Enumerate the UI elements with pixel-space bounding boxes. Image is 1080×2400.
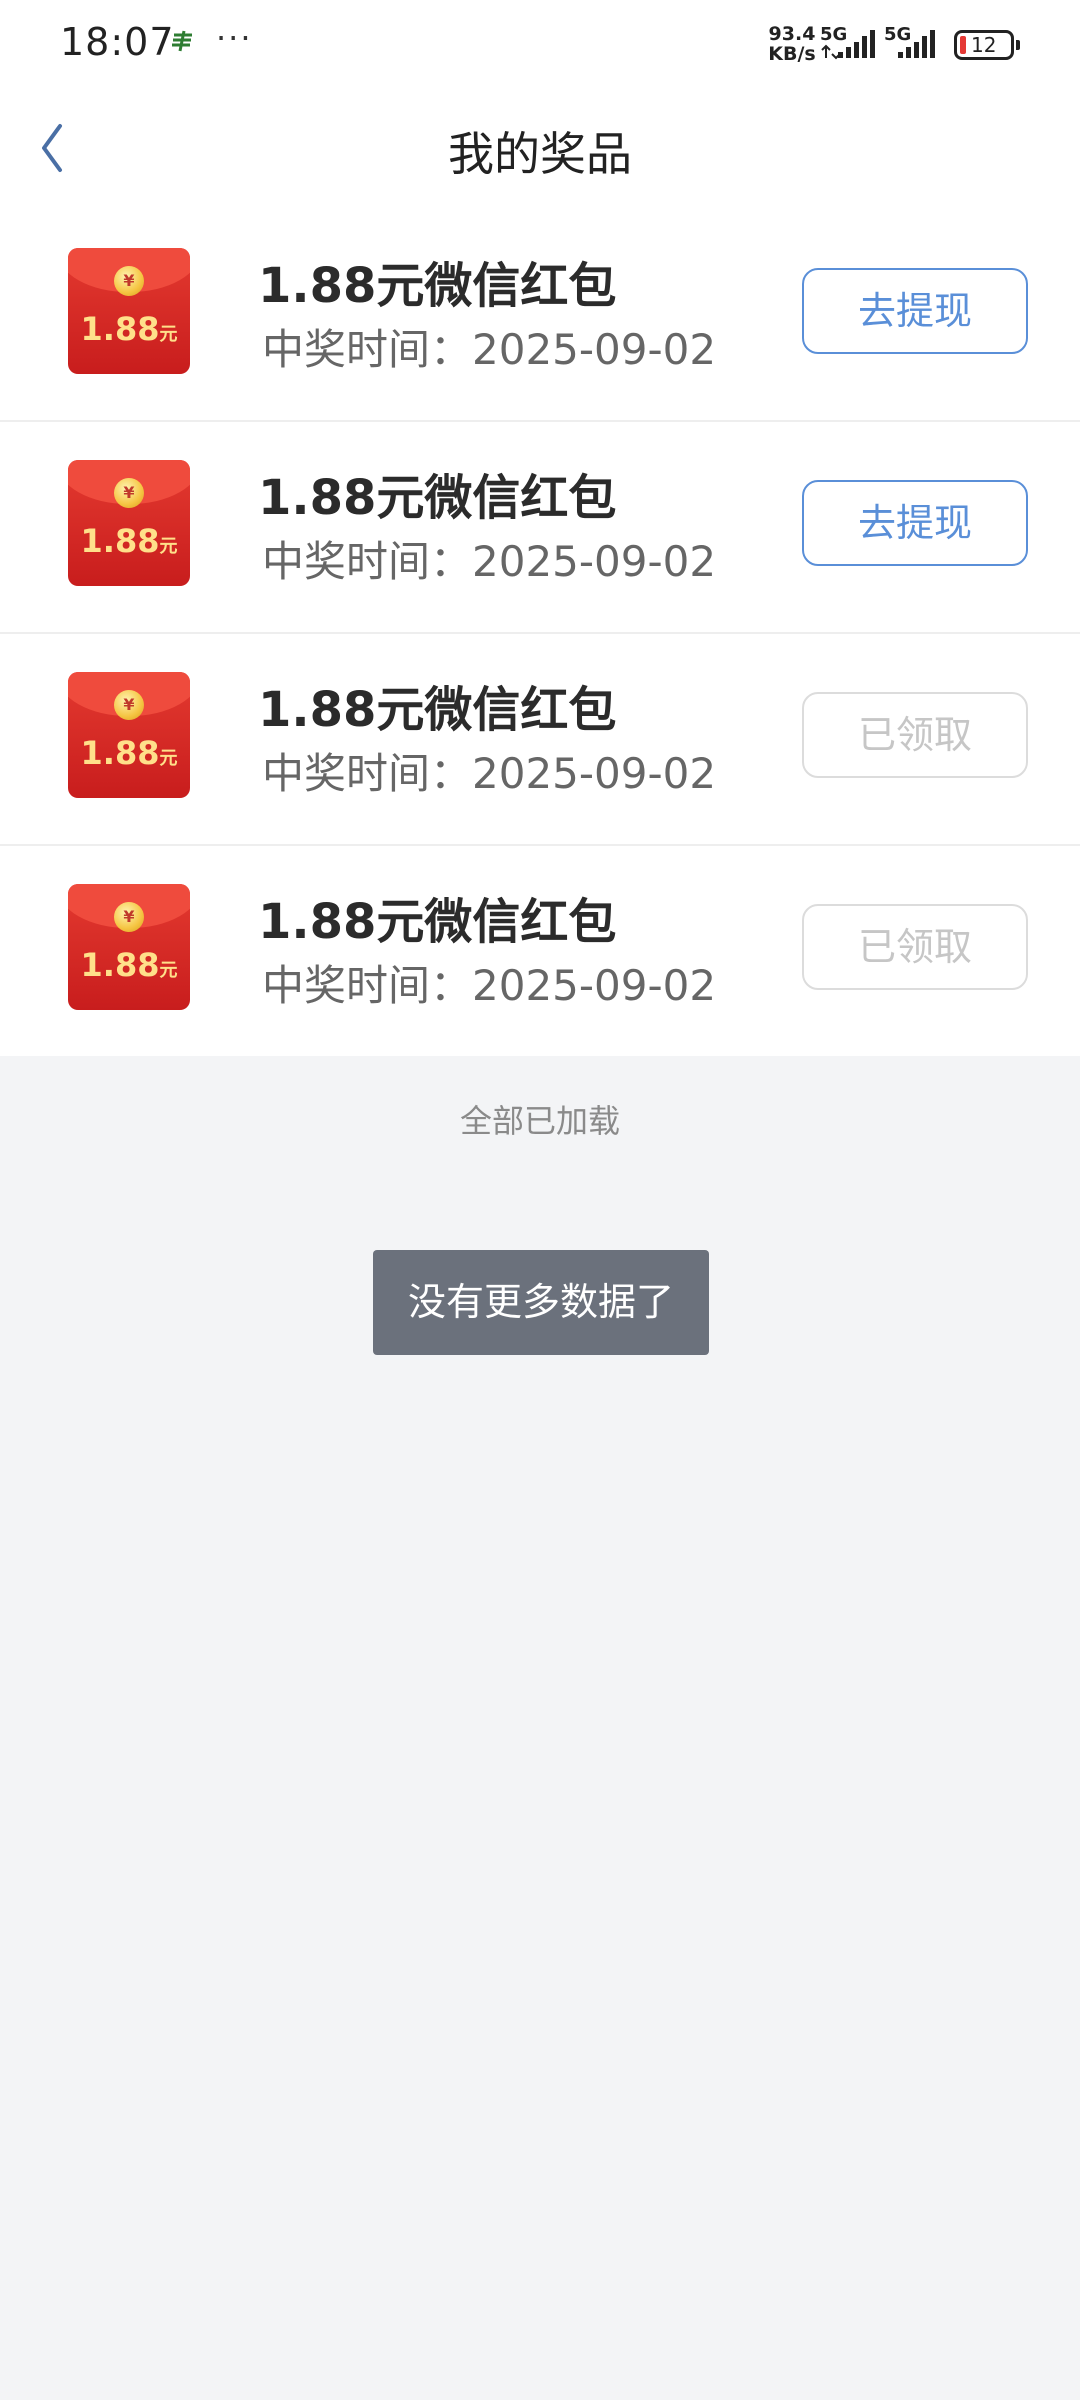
- post-service-icon: [170, 28, 196, 58]
- prize-name: 1.88元微信红包: [258, 894, 617, 950]
- battery-icon: 12: [954, 30, 1020, 60]
- page-title: 我的奖品: [448, 127, 632, 181]
- prize-item: ¥ 1.88元 1.88元微信红包 中奖时间：2025-09-02 已领取: [0, 846, 1080, 1056]
- prize-time: 中奖时间：2025-09-02: [262, 961, 717, 1010]
- prize-item: ¥ 1.88元 1.88元微信红包 中奖时间：2025-09-02 去提现: [0, 210, 1080, 422]
- prize-list: ¥ 1.88元 1.88元微信红包 中奖时间：2025-09-02 去提现 ¥ …: [0, 210, 1080, 1056]
- network-speed: 93.4 KB/s: [768, 23, 816, 65]
- prize-time: 中奖时间：2025-09-02: [262, 325, 717, 374]
- red-envelope-icon: ¥ 1.88元: [68, 884, 190, 1010]
- status-bar: 18:07 ··· 93.4 KB/s 5G 5G 12: [0, 0, 1080, 90]
- red-envelope-icon: ¥ 1.88元: [68, 248, 190, 374]
- nav-bar: 我的奖品: [0, 90, 1080, 210]
- all-loaded-text: 全部已加载: [459, 1102, 620, 1140]
- battery-level: 12: [971, 33, 997, 57]
- prize-item: ¥ 1.88元 1.88元微信红包 中奖时间：2025-09-02 去提现: [0, 422, 1080, 634]
- prize-name: 1.88元微信红包: [258, 470, 617, 526]
- withdraw-button[interactable]: 去提现: [802, 480, 1028, 566]
- status-time: 18:07: [60, 20, 175, 64]
- toast-message: 没有更多数据了: [373, 1250, 709, 1355]
- prize-time: 中奖时间：2025-09-02: [262, 537, 717, 586]
- more-icon: ···: [216, 19, 253, 57]
- claimed-button: 已领取: [802, 904, 1028, 990]
- prize-item: ¥ 1.88元 1.88元微信红包 中奖时间：2025-09-02 已领取: [0, 634, 1080, 846]
- red-envelope-icon: ¥ 1.88元: [68, 672, 190, 798]
- prize-time: 中奖时间：2025-09-02: [262, 749, 717, 798]
- red-envelope-icon: ¥ 1.88元: [68, 460, 190, 586]
- prize-name: 1.88元微信红包: [258, 258, 617, 314]
- withdraw-button[interactable]: 去提现: [802, 268, 1028, 354]
- prize-name: 1.88元微信红包: [258, 682, 617, 738]
- claimed-button: 已领取: [802, 692, 1028, 778]
